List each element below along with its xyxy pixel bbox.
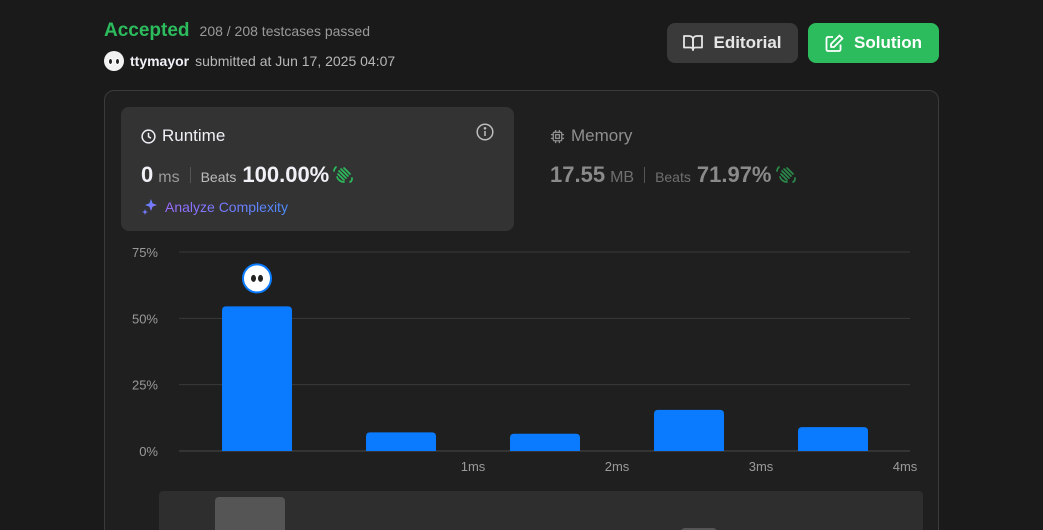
range-bar [215,497,285,530]
avatar-eye [257,273,264,283]
bar [654,409,724,451]
avatar-eye [250,273,257,283]
x-tick-label: 4ms [893,459,918,474]
x-tick-label: 3ms [749,459,774,474]
bar [366,432,436,451]
x-tick-label: 1ms [461,459,486,474]
bar [798,427,868,451]
y-tick-label: 75% [132,245,158,260]
bar [222,306,292,451]
y-tick-label: 25% [132,378,158,393]
y-tick-label: 0% [139,444,158,459]
bar [510,433,580,451]
y-tick-label: 50% [132,311,158,326]
submission-result-page: Accepted 208 / 208 testcases passed ttym… [0,0,1043,530]
x-tick-label: 2ms [605,459,630,474]
chart-range-selector[interactable] [159,491,923,530]
runtime-distribution-chart: 0% 25% 50% 75% 1ms 2ms 3ms 4ms [132,245,918,474]
